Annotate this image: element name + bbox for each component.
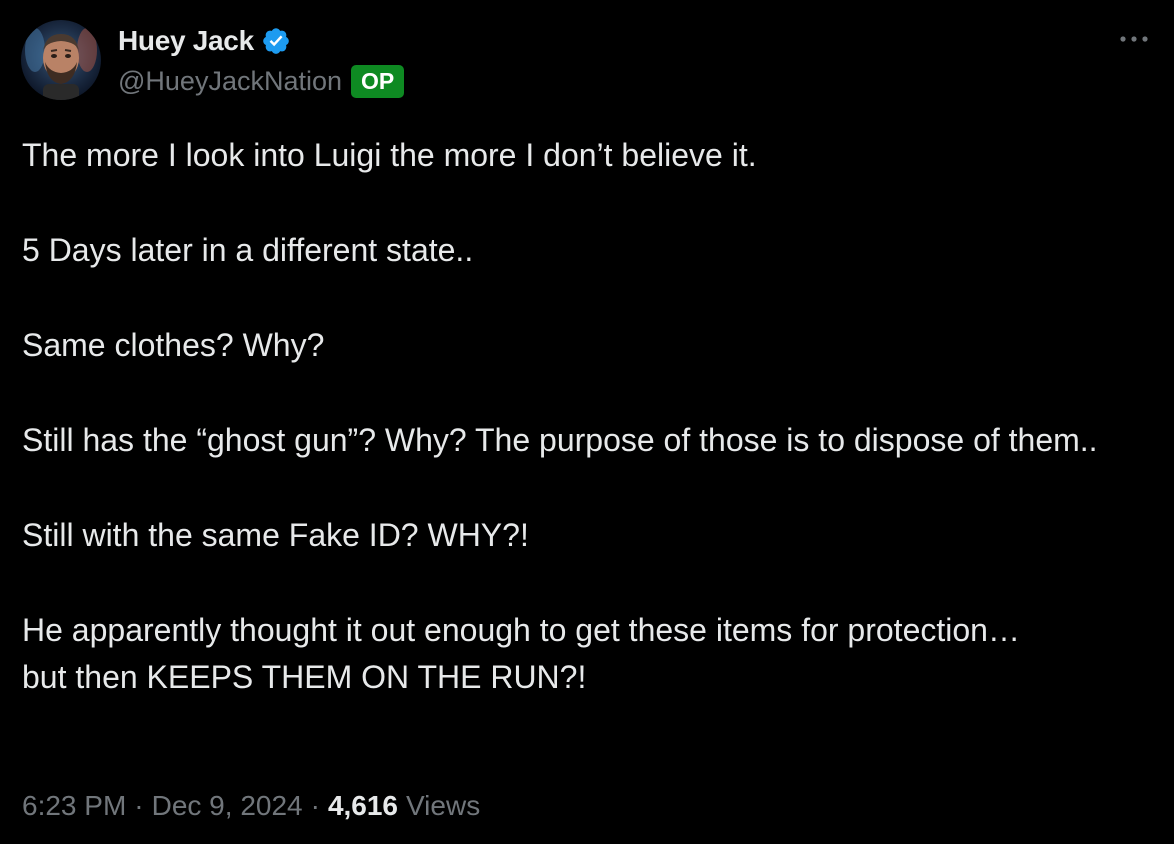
tweet-date[interactable]: Dec 9, 2024 [152,790,303,822]
more-options-button[interactable] [1112,24,1156,54]
display-name-row: Huey Jack [118,22,291,60]
separator: · [310,790,320,821]
avatar-image [21,20,101,100]
separator: · [134,790,144,821]
tweet-metadata: 6:23 PM · Dec 9, 2024 · 4,616 Views [22,786,480,826]
op-badge: OP [351,64,405,98]
display-name[interactable]: Huey Jack [118,25,254,57]
tweet-time[interactable]: 6:23 PM [22,790,126,822]
views-label: Views [406,790,481,821]
handle-row: @HueyJackNation OP [118,62,405,100]
tweet: Huey Jack @HueyJackNation OP The more I … [0,0,1174,844]
tweet-paragraph: Still has the “ghost gun”? Why? The purp… [22,422,1098,458]
tweet-paragraph: Same clothes? Why? [22,327,325,363]
views-count: 4,616 [327,790,399,821]
tweet-paragraph: He apparently thought it out enough to g… [22,612,1020,695]
tweet-paragraph: 5 Days later in a different state.. [22,232,474,268]
tweet-paragraph: The more I look into Luigi the more I do… [22,137,757,173]
more-options-icon [1120,36,1148,42]
tweet-paragraph: Still with the same Fake ID? WHY?! [22,517,529,553]
tweet-text: The more I look into Luigi the more I do… [22,132,1152,701]
verified-badge-icon[interactable] [261,26,291,56]
avatar[interactable] [21,20,101,100]
handle[interactable]: @HueyJackNation [118,66,342,97]
